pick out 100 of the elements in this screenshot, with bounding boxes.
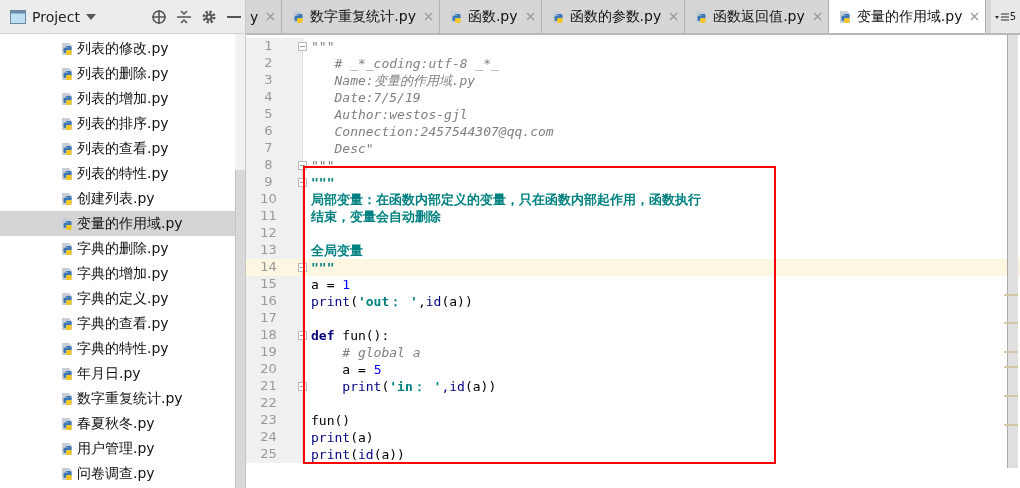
python-file-icon bbox=[61, 441, 75, 456]
line-number: 5 bbox=[264, 106, 273, 121]
code-line: a = 1 bbox=[310, 276, 351, 293]
python-file-icon bbox=[61, 116, 75, 131]
python-file-icon bbox=[61, 316, 75, 331]
window-icon bbox=[10, 9, 26, 24]
line-number: 1 bbox=[264, 38, 273, 53]
python-file-icon bbox=[61, 141, 75, 156]
python-file-icon bbox=[61, 191, 75, 206]
line-number: 2 bbox=[264, 55, 273, 70]
python-file-icon bbox=[61, 216, 75, 231]
code-line: """ bbox=[310, 259, 335, 276]
line-number: 20 bbox=[260, 361, 277, 376]
code-line: print(id(a)) bbox=[310, 446, 405, 463]
line-number: 4 bbox=[264, 89, 273, 104]
code-line: Author:westos-gjl bbox=[333, 106, 468, 123]
python-file-icon bbox=[61, 291, 75, 306]
line-number: 25 bbox=[260, 446, 277, 461]
python-file-icon bbox=[61, 166, 75, 181]
line-number: 13 bbox=[260, 242, 277, 257]
scrollbar-thumb[interactable] bbox=[235, 170, 245, 488]
file-item[interactable]: 列表的排序.py bbox=[0, 111, 235, 136]
code-line: print('out： ',id(a)) bbox=[310, 293, 473, 310]
file-item[interactable]: 字典的查看.py bbox=[0, 311, 235, 336]
code-line: a = 5 bbox=[341, 361, 382, 378]
file-item[interactable]: 列表的增加.py bbox=[0, 86, 235, 111]
code-line: 结束，变量会自动删除 bbox=[310, 208, 441, 225]
close-icon[interactable] bbox=[970, 12, 980, 21]
code-line: """ bbox=[310, 174, 335, 191]
line-number: 11 bbox=[260, 208, 277, 223]
file-item[interactable]: 年月日.py bbox=[0, 361, 235, 386]
python-file-icon bbox=[838, 9, 853, 24]
code-line: Date:7/5/19 bbox=[333, 89, 421, 106]
line-number: 10 bbox=[260, 191, 277, 206]
code-line: print('in： ',id(a)) bbox=[341, 378, 497, 395]
file-item[interactable]: 列表的删除.py bbox=[0, 61, 235, 86]
file-item[interactable]: 字典的增加.py bbox=[0, 261, 235, 286]
line-number: 24 bbox=[260, 429, 277, 444]
line-number: 21 bbox=[260, 378, 277, 393]
code-line: Name:变量的作用域.py bbox=[333, 72, 476, 89]
line-number: 9 bbox=[264, 174, 273, 189]
python-file-icon bbox=[61, 266, 75, 281]
panel-title[interactable]: Project bbox=[32, 8, 80, 25]
fold-marker-icon[interactable] bbox=[298, 178, 307, 187]
collapse-icon[interactable] bbox=[177, 8, 191, 25]
line-number: 22 bbox=[260, 395, 277, 410]
python-file-icon bbox=[61, 391, 75, 406]
line-number: 19 bbox=[260, 344, 277, 359]
fold-marker-icon[interactable] bbox=[298, 263, 307, 272]
code-line: Connection:2457544307@qq.com bbox=[333, 123, 554, 140]
line-number: 17 bbox=[260, 310, 277, 325]
file-item[interactable]: 问卷调查.py bbox=[0, 461, 235, 486]
list-icon bbox=[994, 12, 1009, 21]
file-item[interactable]: 列表的查看.py bbox=[0, 136, 235, 161]
file-item[interactable]: 用户管理.py bbox=[0, 436, 235, 461]
line-number: 3 bbox=[264, 72, 273, 87]
code-line: """ bbox=[310, 38, 335, 55]
caret-icon[interactable] bbox=[85, 13, 96, 20]
code-line: # _*_coding:utf-8 _*_ bbox=[333, 55, 499, 72]
tab-overflow-button[interactable]: 5 bbox=[990, 0, 1020, 33]
file-item[interactable]: 字典的特性.py bbox=[0, 336, 235, 361]
fold-marker-icon[interactable] bbox=[298, 331, 307, 340]
python-file-icon bbox=[61, 41, 75, 56]
python-file-icon bbox=[61, 466, 75, 481]
line-number: 6 bbox=[264, 123, 273, 138]
python-file-icon bbox=[61, 416, 75, 431]
fold-marker-icon[interactable] bbox=[298, 382, 307, 391]
code-line: # global a bbox=[341, 344, 421, 361]
code-line: def fun(): bbox=[310, 327, 390, 344]
python-file-icon bbox=[551, 9, 566, 24]
editor-tab[interactable]: 变量的作用域.py bbox=[828, 0, 987, 33]
code-line: print(a) bbox=[310, 429, 374, 446]
python-file-icon bbox=[61, 366, 75, 381]
python-file-icon bbox=[61, 241, 75, 256]
line-number: 7 bbox=[264, 140, 273, 155]
file-item[interactable]: 变量的作用域.py bbox=[0, 211, 235, 236]
line-number: 15 bbox=[260, 276, 277, 291]
code-line: Desc" bbox=[333, 140, 374, 157]
file-item[interactable]: 创建列表.py bbox=[0, 186, 235, 211]
code-line: 全局变量 bbox=[310, 242, 363, 259]
file-item[interactable]: 列表的特性.py bbox=[0, 161, 235, 186]
file-item[interactable]: 春夏秋冬.py bbox=[0, 411, 235, 436]
line-number: 18 bbox=[260, 327, 277, 342]
file-item[interactable]: 列表的修改.py bbox=[0, 36, 235, 61]
code-line: """ bbox=[310, 157, 335, 174]
line-number: 23 bbox=[260, 412, 277, 427]
line-number: 12 bbox=[260, 225, 277, 240]
python-file-icon bbox=[61, 66, 75, 81]
python-file-icon bbox=[61, 341, 75, 356]
code-line: fun() bbox=[310, 412, 351, 429]
file-item[interactable]: 字典的定义.py bbox=[0, 286, 235, 311]
line-number: 8 bbox=[264, 157, 273, 172]
settings-icon[interactable] bbox=[201, 8, 217, 25]
crosshair-icon[interactable] bbox=[151, 8, 167, 25]
fold-marker-icon[interactable] bbox=[298, 42, 307, 51]
file-item[interactable]: 数字重复统计.py bbox=[0, 386, 235, 411]
file-item[interactable]: 字典的删除.py bbox=[0, 236, 235, 261]
python-file-icon bbox=[449, 9, 464, 24]
fold-marker-icon[interactable] bbox=[298, 161, 307, 170]
line-number: 16 bbox=[260, 293, 277, 308]
